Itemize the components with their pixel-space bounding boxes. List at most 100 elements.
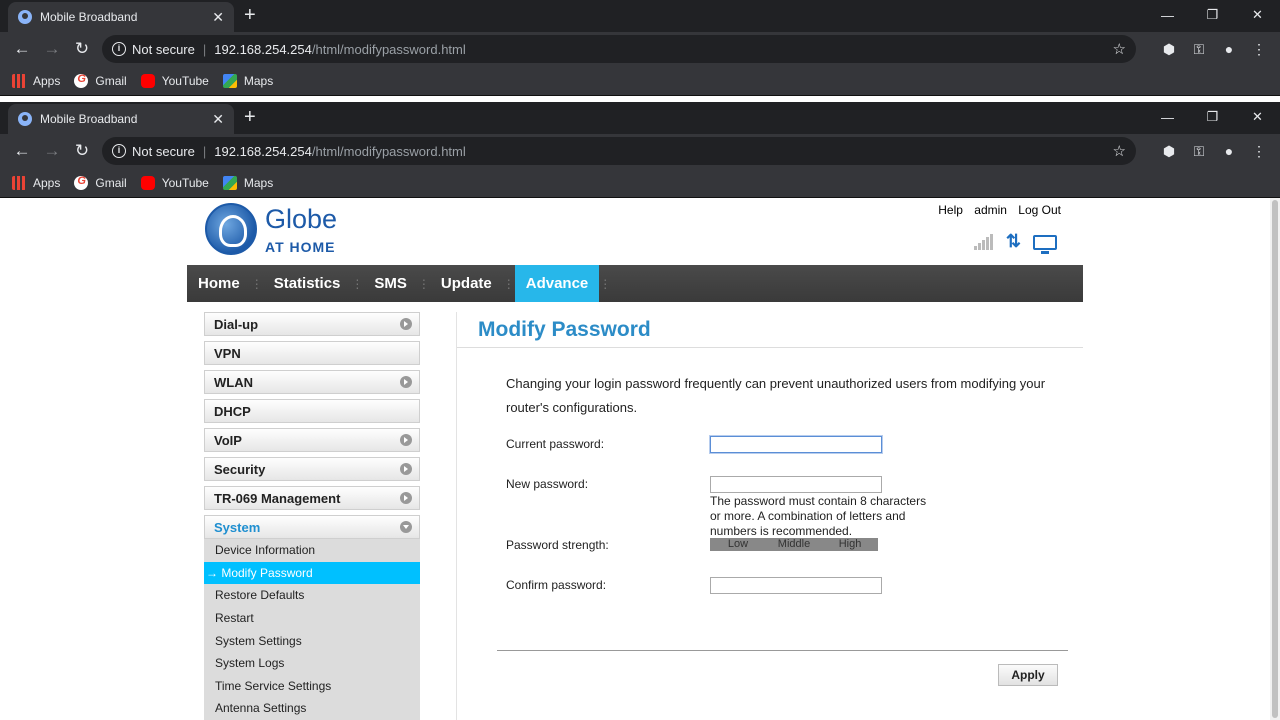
bookmark-maps[interactable]: Maps (222, 73, 273, 88)
nav-home[interactable]: Home (187, 265, 251, 302)
address-bar[interactable]: i Not secure | 192.168.254.254 /html/mod… (102, 137, 1136, 165)
extension-icon[interactable]: ⬢ (1154, 41, 1184, 58)
gmail-icon (74, 175, 89, 190)
toolbar-right-icons: ⬢ ⚿ ● ⋮ (1154, 32, 1274, 66)
minimize-icon[interactable]: — (1145, 102, 1190, 132)
nav-sms[interactable]: SMS (363, 265, 418, 302)
sidebar-item-wlan[interactable]: WLAN (204, 370, 420, 394)
current-password-input[interactable] (710, 436, 882, 453)
sidebar-item-security[interactable]: Security (204, 457, 420, 481)
sidebar-item-dhcp[interactable]: DHCP (204, 399, 420, 423)
submenu-device-information[interactable]: Device Information (204, 539, 420, 562)
reload-icon[interactable]: ↻ (68, 141, 96, 161)
menu-icon[interactable]: ⋮ (1244, 143, 1274, 160)
nav-separator: ⋮ (599, 276, 612, 291)
url-host: 192.168.254.254 (214, 41, 312, 57)
connection-monitor-icon (1033, 235, 1057, 254)
profile-icon[interactable]: ● (1214, 41, 1244, 57)
admin-link[interactable]: admin (974, 203, 1007, 217)
sidebar-menu: Dial-up VPN WLAN DHCP VoIP Security TR-0… (204, 312, 420, 720)
nav-separator: ⋮ (351, 276, 364, 291)
bookmark-star-icon[interactable]: ☆ (1113, 142, 1126, 160)
sidebar-item-voip[interactable]: VoIP (204, 428, 420, 452)
expand-arrow-icon (400, 376, 412, 388)
status-icons: ⇅ (973, 232, 1057, 254)
current-password-label: Current password: (506, 437, 605, 451)
bookmark-apps[interactable]: Apps (12, 73, 60, 88)
strength-middle: Middle (777, 538, 811, 550)
extension-icon[interactable]: ⬢ (1154, 143, 1184, 160)
nav-update[interactable]: Update (430, 265, 503, 302)
tab-title: Mobile Broadband (40, 10, 138, 24)
back-icon[interactable]: ← (8, 39, 36, 59)
new-tab-button[interactable]: + (244, 106, 256, 129)
submenu-time-service-settings[interactable]: Time Service Settings (204, 675, 420, 698)
logout-link[interactable]: Log Out (1018, 203, 1061, 217)
apps-icon (12, 175, 26, 190)
restore-icon[interactable]: ❐ (1190, 102, 1235, 132)
back-icon[interactable]: ← (8, 141, 36, 161)
submenu-restore-defaults[interactable]: Restore Defaults (204, 584, 420, 607)
tab-strip: Mobile Broadband ✕ + — ❐ ✕ (0, 0, 1280, 32)
bookmark-star-icon[interactable]: ☆ (1113, 40, 1126, 58)
expand-arrow-icon (400, 318, 412, 330)
page-title: Modify Password (457, 312, 1083, 348)
reload-icon[interactable]: ↻ (68, 39, 96, 59)
password-strength-meter: Low Middle High (710, 538, 878, 551)
close-window-icon[interactable]: ✕ (1235, 102, 1280, 132)
brand-name: Globe (265, 204, 338, 234)
sidebar-item-system[interactable]: System (204, 515, 420, 539)
expand-arrow-icon (400, 434, 412, 446)
tab-close-icon[interactable]: ✕ (212, 9, 224, 26)
info-icon[interactable]: i (112, 144, 126, 158)
new-tab-button[interactable]: + (244, 4, 256, 27)
submenu-system-logs[interactable]: System Logs (204, 652, 420, 675)
submenu-modify-password[interactable]: → Modify Password (204, 561, 420, 585)
browser-toolbar: ← → ↻ i Not secure | 192.168.254.254 /ht… (0, 32, 1280, 66)
close-window-icon[interactable]: ✕ (1235, 0, 1280, 30)
menu-icon[interactable]: ⋮ (1244, 41, 1274, 58)
address-bar[interactable]: i Not secure | 192.168.254.254 /html/mod… (102, 35, 1136, 63)
restore-icon[interactable]: ❐ (1190, 0, 1235, 30)
nav-advance[interactable]: Advance (514, 265, 600, 302)
bookmark-youtube[interactable]: YouTube (140, 175, 209, 190)
profile-icon[interactable]: ● (1214, 143, 1244, 159)
sidebar-item-tr069[interactable]: TR-069 Management (204, 486, 420, 510)
sidebar-item-dial-up[interactable]: Dial-up (204, 312, 420, 336)
bookmark-apps[interactable]: Apps (12, 175, 60, 190)
help-link[interactable]: Help (938, 203, 963, 217)
new-password-input[interactable] (710, 476, 882, 493)
globe-logo: Globe AT HOME (205, 203, 337, 255)
tab-close-icon[interactable]: ✕ (212, 111, 224, 128)
new-password-label: New password: (506, 477, 589, 491)
gmail-icon (74, 73, 89, 88)
url-path: /html/modifypassword.html (311, 143, 466, 159)
bookmark-gmail[interactable]: Gmail (74, 175, 127, 190)
apply-button[interactable]: Apply (998, 664, 1058, 686)
page-scrollbar[interactable] (1270, 198, 1280, 720)
strength-high: High (838, 538, 862, 550)
bookmark-maps[interactable]: Maps (222, 175, 273, 190)
tab-title: Mobile Broadband (40, 112, 138, 126)
window-controls: — ❐ ✕ (1145, 102, 1280, 132)
forward-icon[interactable]: → (38, 39, 66, 59)
forward-icon[interactable]: → (38, 141, 66, 161)
browser-tab[interactable]: Mobile Broadband ✕ (8, 104, 234, 134)
bookmark-gmail[interactable]: Gmail (74, 73, 127, 88)
submenu-restart[interactable]: Restart (204, 607, 420, 630)
expand-arrow-icon (400, 463, 412, 475)
key-icon[interactable]: ⚿ (1184, 41, 1214, 58)
key-icon[interactable]: ⚿ (1184, 143, 1214, 160)
bookmark-youtube[interactable]: YouTube (140, 73, 209, 88)
nav-statistics[interactable]: Statistics (263, 265, 352, 302)
minimize-icon[interactable]: — (1145, 0, 1190, 30)
confirm-password-input[interactable] (710, 577, 882, 594)
scrollbar-thumb[interactable] (1272, 200, 1278, 718)
submenu-system-settings[interactable]: System Settings (204, 629, 420, 652)
info-icon[interactable]: i (112, 42, 126, 56)
submenu-antenna-settings[interactable]: Antenna Settings (204, 697, 420, 720)
browser-toolbar: ← → ↻ i Not secure | 192.168.254.254 /ht… (0, 134, 1280, 168)
sidebar-item-vpn[interactable]: VPN (204, 341, 420, 365)
maps-icon (222, 175, 237, 190)
browser-tab[interactable]: Mobile Broadband ✕ (8, 2, 234, 32)
